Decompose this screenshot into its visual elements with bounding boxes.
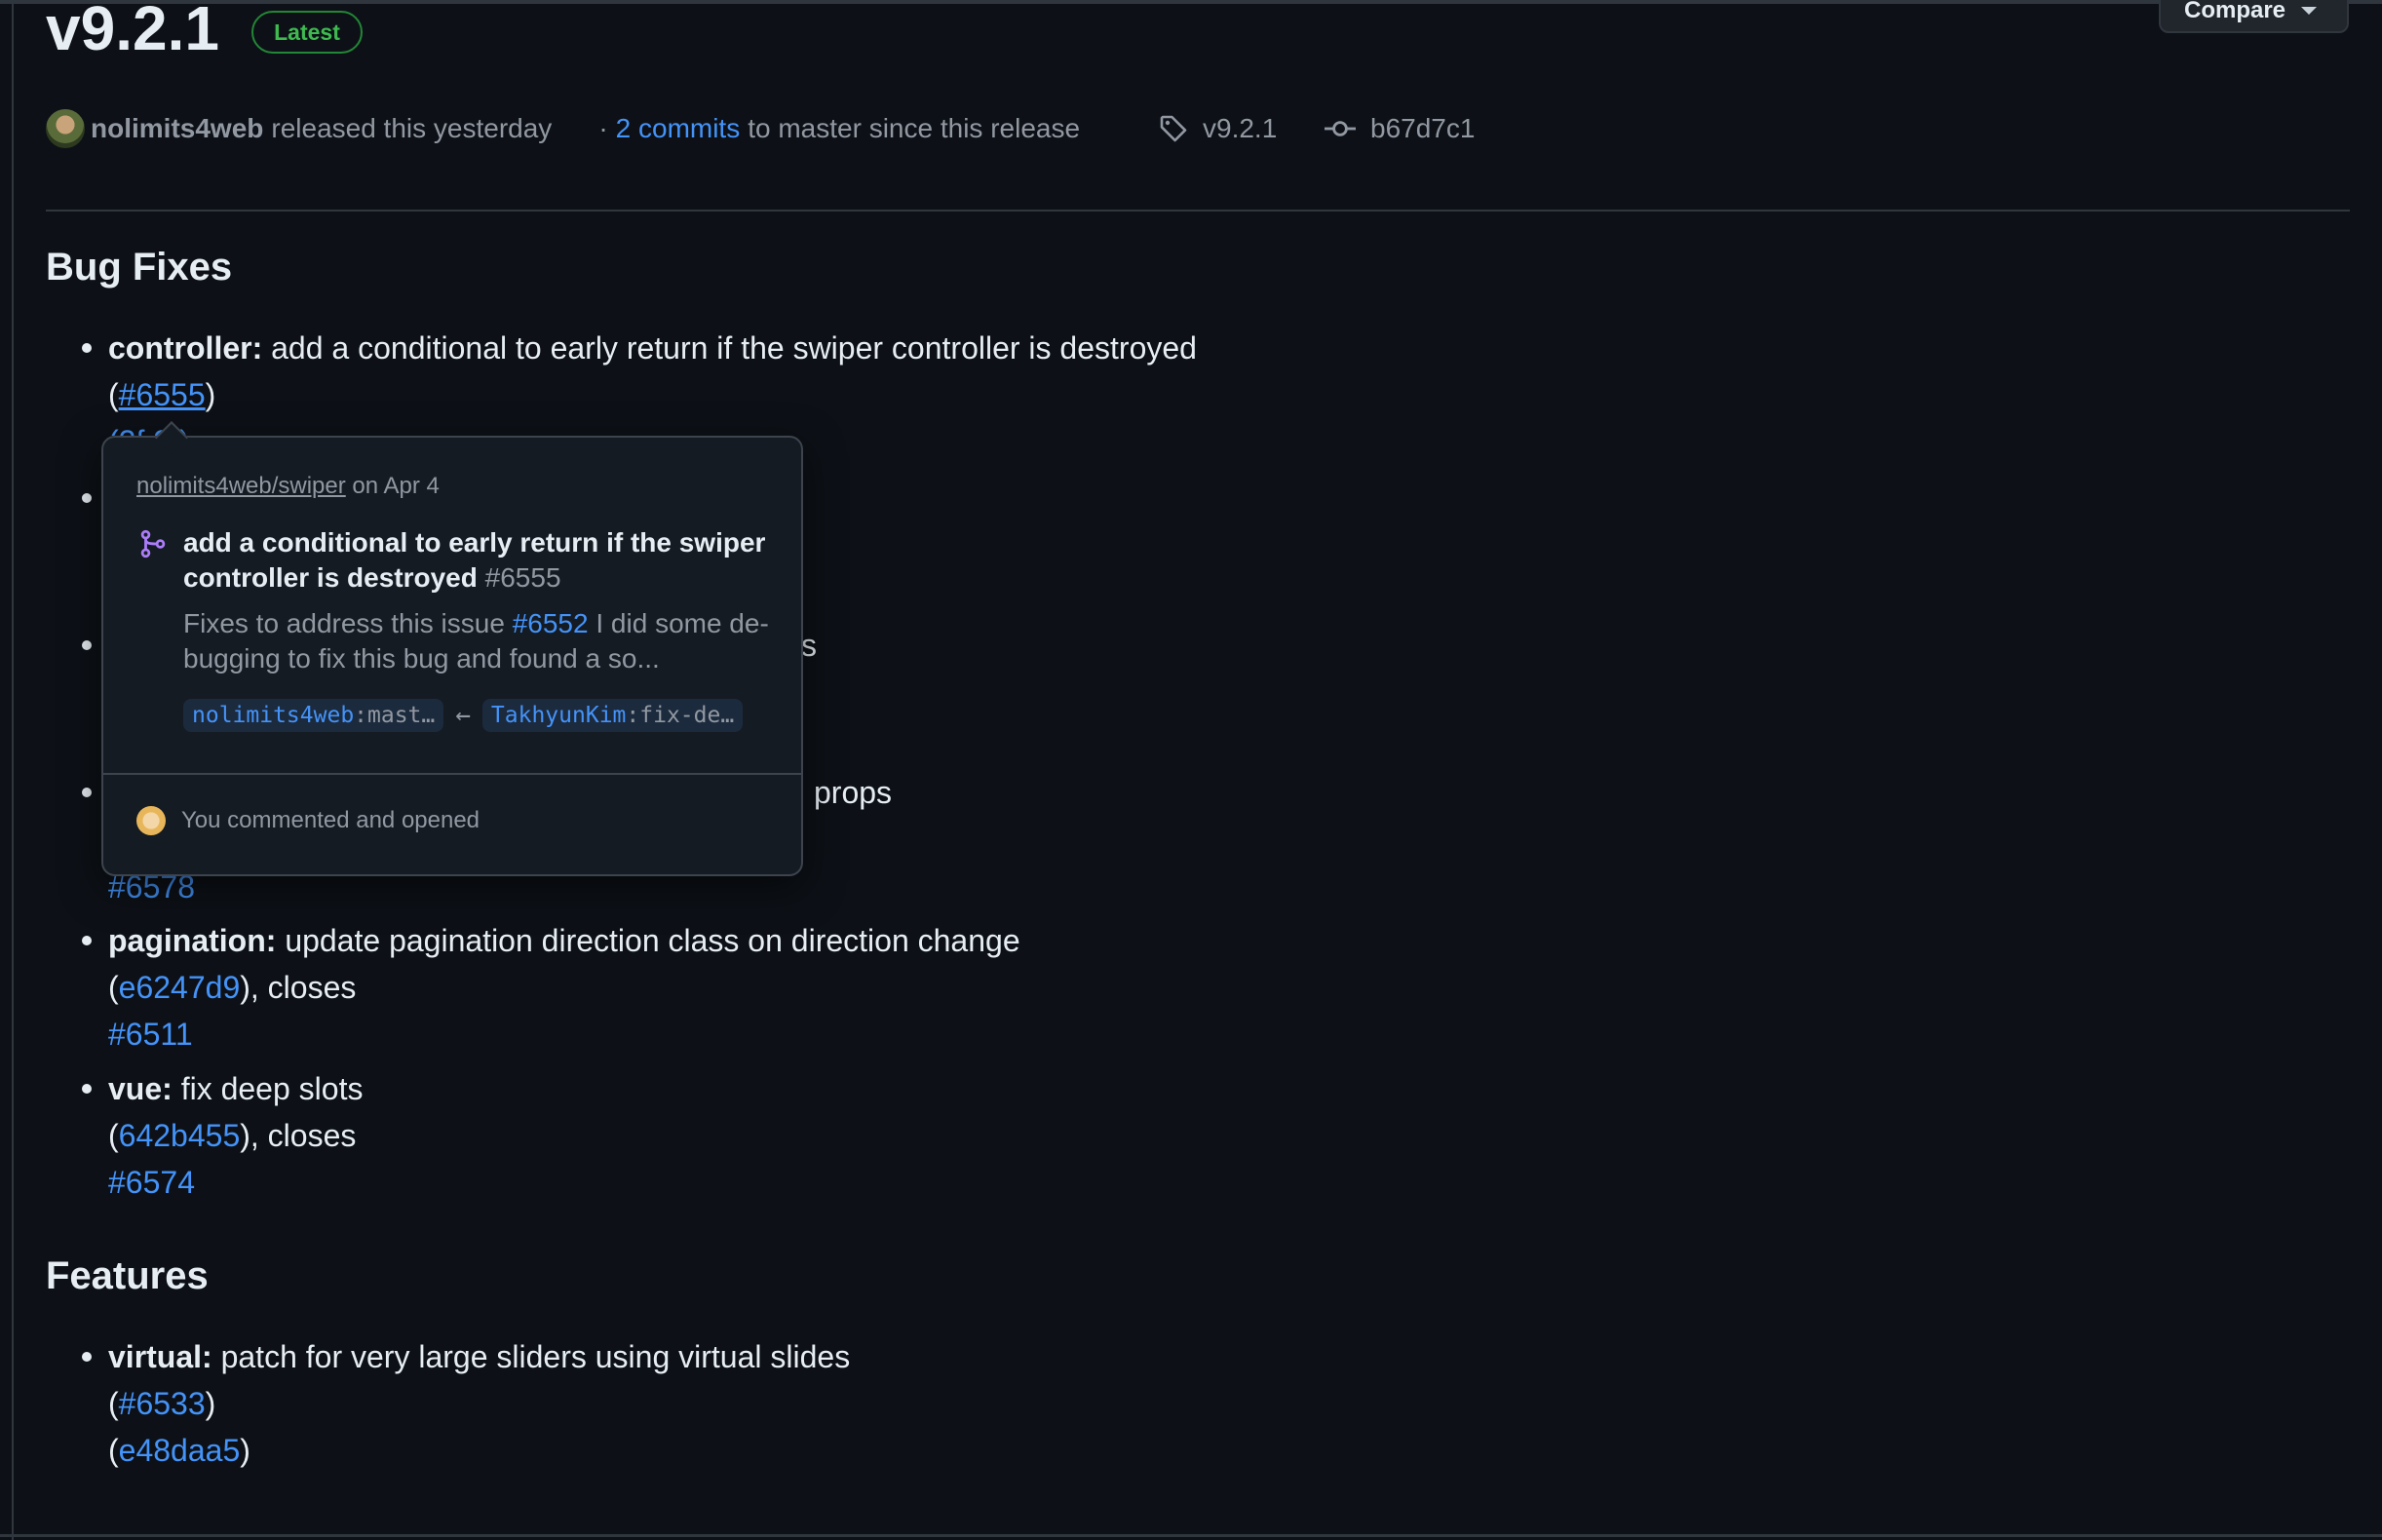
list-bullet bbox=[82, 1352, 92, 1362]
caret-down-icon bbox=[2301, 7, 2318, 15]
closes-text: , closes bbox=[250, 970, 357, 1005]
hovercard-pr-number: #6555 bbox=[484, 562, 561, 593]
list-bullet bbox=[82, 1084, 92, 1094]
commit-link-e48daa5[interactable]: e48daa5 bbox=[119, 1433, 241, 1468]
meta-separator: · bbox=[598, 113, 608, 143]
item-text: update pagination direction class on dir… bbox=[285, 923, 1020, 958]
pr-hovercard: nolimits4web/swiper on Apr 4 add a condi… bbox=[101, 421, 803, 876]
list-item-vue: vue: fix deep slots bbox=[108, 1069, 363, 1108]
commits-link[interactable]: 2 commits bbox=[616, 113, 741, 144]
compare-button[interactable]: Compare bbox=[2159, 0, 2349, 33]
commit-link[interactable]: b67d7c1 bbox=[1324, 107, 1475, 150]
item-commit-line: (642b455), closes bbox=[108, 1118, 357, 1153]
head-branch[interactable]: TakhyunKim:fix-de… bbox=[481, 699, 744, 732]
left-border bbox=[12, 0, 14, 1540]
item-text: add a conditional to early return if the… bbox=[271, 330, 1197, 366]
item-text: fix deep slots bbox=[180, 1071, 364, 1106]
partial-text: s bbox=[801, 628, 817, 663]
closes-text: , closes bbox=[250, 1118, 357, 1153]
list-bullet bbox=[82, 788, 92, 797]
commits-suffix: to master since this release bbox=[748, 113, 1081, 143]
author-link[interactable]: nolimits4web bbox=[91, 113, 263, 144]
git-commit-icon bbox=[1325, 121, 1356, 136]
tag-link[interactable]: v9.2.1 bbox=[1158, 107, 1277, 150]
list-item-controller: controller: add a conditional to early r… bbox=[108, 328, 1197, 367]
arrow-left-icon: ← bbox=[455, 701, 471, 730]
compare-label: Compare bbox=[2184, 0, 2286, 23]
release-meta: nolimits4web released this yesterday · 2… bbox=[46, 107, 1080, 150]
top-border bbox=[0, 0, 2382, 4]
base-branch-name: :mast… bbox=[354, 703, 436, 728]
section-heading-bug-fixes: Bug Fixes bbox=[46, 246, 233, 289]
commit-link-e6247d9[interactable]: e6247d9 bbox=[119, 970, 241, 1005]
item-pr-line: (#6555) bbox=[108, 377, 216, 412]
hovercard-body-prefix: Fixes to address this issue bbox=[183, 608, 505, 638]
author-avatar[interactable] bbox=[46, 109, 85, 148]
issue-link[interactable]: #6511 bbox=[108, 1015, 193, 1054]
git-merge-icon bbox=[140, 529, 166, 558]
pr-link[interactable]: #6555 bbox=[119, 377, 206, 412]
item-commit-line: (e48daa5) bbox=[108, 1433, 250, 1468]
hovercard-footer-text: You commented and opened bbox=[181, 807, 480, 833]
list-bullet bbox=[82, 640, 92, 650]
list-bullet bbox=[82, 936, 92, 945]
section-heading-features: Features bbox=[46, 1254, 209, 1297]
hovercard-title-text: add a conditional to early return if the… bbox=[183, 527, 766, 593]
header-divider bbox=[46, 210, 2350, 212]
base-branch[interactable]: nolimits4web:mast… bbox=[183, 699, 444, 732]
hovercard-date: on Apr 4 bbox=[352, 473, 440, 499]
hovercard-footer: You commented and opened bbox=[136, 806, 480, 835]
hovercard-body: Fixes to address this issue #6552 I did … bbox=[183, 606, 788, 676]
commit-sha: b67d7c1 bbox=[1370, 113, 1476, 143]
base-owner: nolimits4web bbox=[192, 703, 355, 728]
item-scope: controller: bbox=[108, 330, 263, 366]
tag-label: v9.2.1 bbox=[1203, 113, 1278, 143]
head-owner: TakhyunKim bbox=[490, 703, 627, 728]
item-pr-line: (#6533) bbox=[108, 1386, 216, 1421]
hovercard-title[interactable]: add a conditional to early return if the… bbox=[183, 525, 778, 596]
user-avatar bbox=[136, 806, 166, 835]
item-scope: virtual: bbox=[108, 1339, 212, 1374]
release-title: v9.2.1 bbox=[46, 0, 219, 63]
hovercard-divider bbox=[103, 773, 801, 775]
list-bullet bbox=[82, 493, 92, 503]
hovercard-repo-line: nolimits4web/swiper on Apr 4 bbox=[136, 473, 440, 500]
hovercard-branches: nolimits4web:mast… ← TakhyunKim:fix-de… bbox=[183, 699, 744, 732]
partial-text: props bbox=[814, 775, 893, 810]
commit-link-642b455[interactable]: 642b455 bbox=[119, 1118, 241, 1153]
tag-icon bbox=[1160, 115, 1187, 142]
list-item-pagination: pagination: update pagination direction … bbox=[108, 921, 1020, 960]
list-bullet bbox=[82, 343, 92, 353]
hovercard-repo-link[interactable]: nolimits4web/swiper bbox=[136, 473, 346, 499]
item-scope: vue: bbox=[108, 1071, 173, 1106]
released-text: released this yesterday bbox=[271, 113, 553, 143]
bottom-border bbox=[0, 1534, 2382, 1537]
hovercard-issue-link[interactable]: #6552 bbox=[513, 608, 589, 638]
issue-link[interactable]: #6574 bbox=[108, 1163, 195, 1202]
latest-badge: Latest bbox=[251, 11, 363, 54]
item-scope: pagination: bbox=[108, 923, 277, 958]
item-commit-line: (e6247d9), closes bbox=[108, 970, 357, 1005]
head-branch-name: :fix-de… bbox=[626, 703, 735, 728]
item-text: patch for very large sliders using virtu… bbox=[220, 1339, 851, 1374]
pr-link[interactable]: #6533 bbox=[119, 1386, 206, 1421]
list-item-virtual: virtual: patch for very large sliders us… bbox=[108, 1337, 850, 1376]
